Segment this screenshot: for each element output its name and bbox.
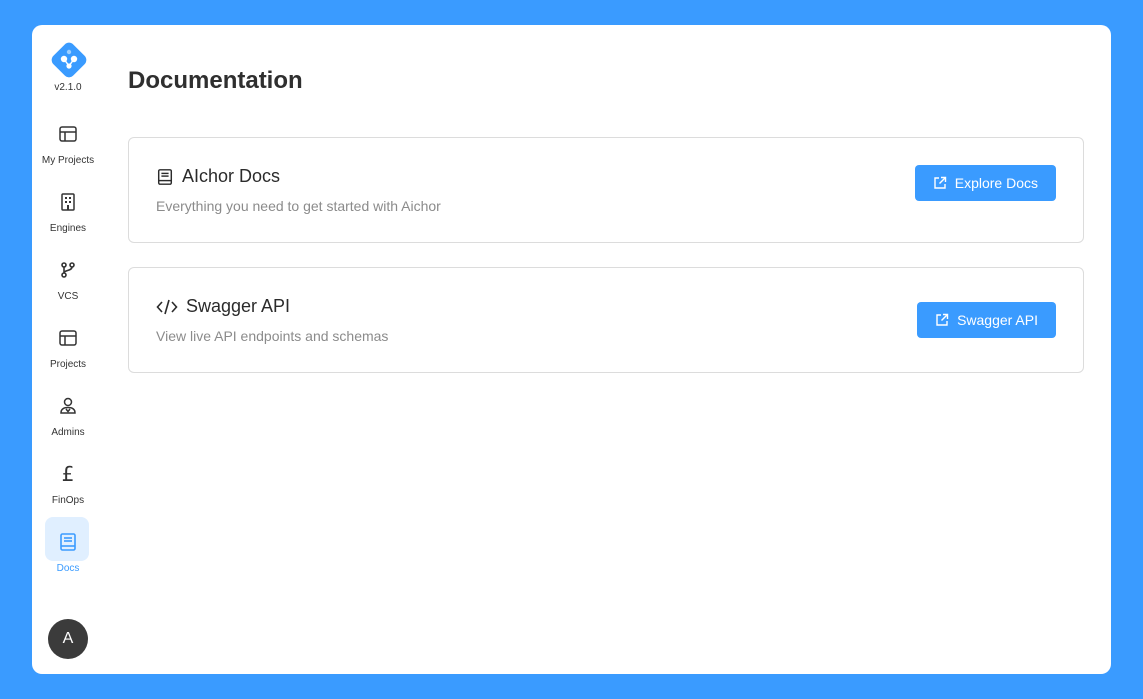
card-description: View live API endpoints and schemas: [156, 328, 389, 344]
sidebar-item-label: My Projects: [41, 155, 95, 166]
sidebar-item-docs[interactable]: Docs: [32, 517, 104, 598]
code-icon: [156, 298, 178, 316]
sidebar-item-label: VCS: [57, 291, 79, 302]
card-title: AIchor Docs: [156, 166, 280, 187]
app-version: v2.1.0: [54, 82, 82, 93]
building-icon: [56, 190, 80, 214]
sidebar-item-label: Docs: [56, 563, 80, 574]
card-title: Swagger API: [156, 296, 290, 317]
app-logo-icon[interactable]: [51, 42, 87, 78]
sidebar-item-label: Admins: [51, 427, 85, 438]
sidebar-item-label: FinOps: [51, 495, 85, 506]
user-admin-icon: [56, 394, 80, 418]
card-description: Everything you need to get started with …: [156, 198, 441, 214]
sidebar-item-vcs[interactable]: VCS: [32, 258, 104, 326]
external-link-icon: [933, 176, 947, 190]
explore-docs-button[interactable]: Explore Docs: [914, 165, 1056, 201]
card-title-text: Swagger API: [186, 296, 291, 316]
pound-icon: £: [61, 462, 75, 486]
book-icon: [156, 168, 174, 186]
avatar[interactable]: A: [48, 619, 88, 659]
button-label: Explore Docs: [954, 175, 1038, 191]
swagger-api-button[interactable]: Swagger API: [917, 302, 1056, 338]
sidebar-item-my-projects[interactable]: My Projects: [32, 122, 104, 190]
external-link-icon: [935, 313, 949, 327]
sidebar-item-label: Projects: [49, 359, 87, 370]
sidebar: v2.1.0 My Projects Engines VCS Projects: [32, 25, 104, 674]
layout-icon: [56, 122, 80, 146]
docs-card-aichor: AIchor Docs Everything you need to get s…: [128, 137, 1084, 243]
app-window: v2.1.0 My Projects Engines VCS Projects: [32, 25, 1111, 674]
book-icon: [56, 530, 80, 554]
layout-icon: [56, 326, 80, 350]
sidebar-item-engines[interactable]: Engines: [32, 190, 104, 258]
page-title: Documentation: [128, 67, 303, 94]
sidebar-item-label: Engines: [49, 223, 87, 234]
docs-card-swagger: Swagger API View live API endpoints and …: [128, 267, 1084, 373]
button-label: Swagger API: [957, 312, 1038, 328]
git-branch-icon: [56, 258, 80, 282]
sidebar-item-projects[interactable]: Projects: [32, 326, 104, 394]
sidebar-item-admins[interactable]: Admins: [32, 394, 104, 462]
card-title-text: AIchor Docs: [182, 166, 281, 186]
